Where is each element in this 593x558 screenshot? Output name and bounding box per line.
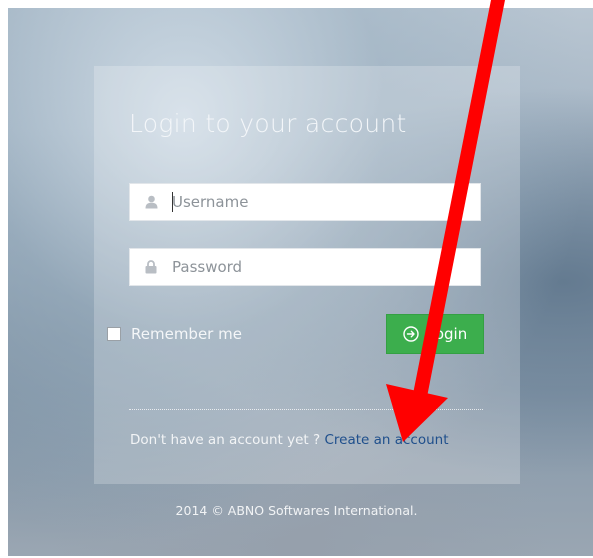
login-button-label: Login [426, 325, 468, 343]
divider [129, 409, 483, 410]
create-account-link[interactable]: Create an account [324, 432, 448, 448]
footer-copyright: 2014 © ABNO Softwares International. [175, 503, 418, 518]
remember-checkbox[interactable] [107, 327, 121, 341]
remember-me[interactable]: Remember me [107, 325, 242, 343]
username-field[interactable] [129, 183, 481, 221]
password-field[interactable] [129, 248, 481, 286]
user-icon [130, 195, 172, 209]
password-input[interactable] [172, 252, 462, 282]
signup-row: Don't have an account yet ? Create an ac… [130, 432, 449, 448]
page-title: Login to your account [129, 109, 407, 138]
username-input[interactable] [172, 187, 462, 217]
arrow-circle-right-icon [403, 326, 419, 342]
text-caret [172, 192, 173, 212]
login-button[interactable]: Login [386, 314, 484, 354]
remember-label: Remember me [131, 325, 242, 343]
lock-icon [130, 260, 172, 274]
signup-prompt: Don't have an account yet ? [130, 432, 321, 448]
